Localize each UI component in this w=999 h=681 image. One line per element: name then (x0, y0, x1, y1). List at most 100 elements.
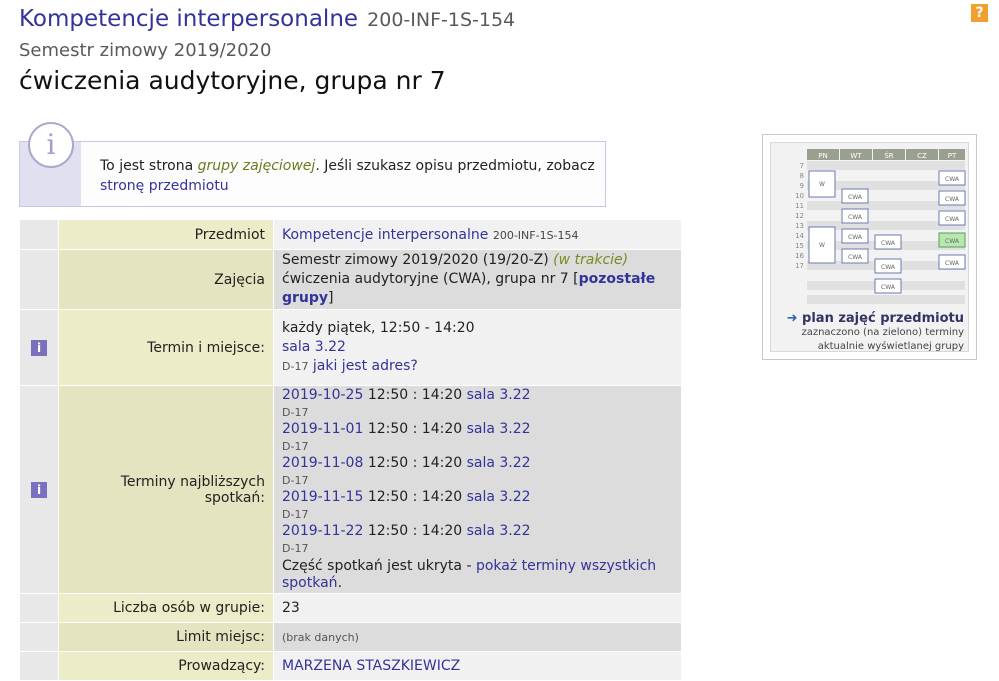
limit-value: (brak danych) (273, 622, 682, 652)
hour-label: 12 (795, 212, 804, 220)
schedule-link-row[interactable]: ➜ plan zajęć przedmiotu (771, 311, 970, 326)
schedule-thumbnail[interactable]: PN WT ŚR CZ PT 7 8 9 10 11 12 13 14 15 1… (762, 134, 977, 360)
meeting-room-link[interactable]: sala 3.22 (467, 489, 531, 505)
meeting-date-link[interactable]: 2019-11-01 (282, 421, 363, 437)
day-label: ŚR (884, 151, 893, 160)
schedule-link[interactable]: plan zajęć przedmiotu (802, 311, 964, 326)
day-label: WT (850, 152, 862, 160)
row-meetings: i Terminy najbliższych spotkań: 2019-10-… (19, 385, 682, 594)
term-value: każdy piątek, 12:50 - 14:20 sala 3.22 D-… (273, 309, 682, 386)
schedule-preview[interactable]: PN WT ŚR CZ PT 7 8 9 10 11 12 13 14 15 1… (770, 142, 969, 352)
address-link[interactable]: jaki jest adres? (313, 358, 418, 374)
hour-label: 17 (795, 262, 804, 270)
page-title: Kompetencje interpersonalne 200-INF-1S-1… (19, 6, 515, 32)
meetings-value: 2019-10-25 12:50 : 14:20 sala 3.22 D-17 … (273, 385, 682, 594)
group-page-link[interactable]: grupy zajęciowej (198, 158, 316, 174)
subject-label: Przedmiot (58, 219, 274, 250)
hidden-meetings-note: Część spotkań jest ukryta - pokaż termin… (282, 558, 680, 592)
row-icon-cell (19, 651, 59, 681)
schedule-note-1: zaznaczono (na zielono) terminy (801, 327, 964, 338)
meeting-room-link[interactable]: sala 3.22 (467, 523, 531, 539)
building-code: D-17 (282, 360, 309, 373)
teacher-link[interactable]: MARZENA STASZKIEWICZ (282, 658, 460, 674)
meetings-label: Terminy najbliższych spotkań: (58, 385, 274, 594)
limit-label: Limit miejsc: (58, 622, 274, 652)
classes-label: Zajęcia (58, 249, 274, 310)
meeting-date-link[interactable]: 2019-11-15 (282, 489, 363, 505)
notice-text-after: . Jeśli szukasz opisu przedmiotu, zobacz (315, 158, 595, 174)
row-icon-cell (19, 593, 59, 623)
row-teachers: Prowadzący: MARZENA STASZKIEWICZ (19, 651, 682, 681)
meeting-item: 2019-11-01 12:50 : 14:20 sala 3.22 D-17 (282, 421, 680, 455)
info-circle-icon: i (28, 122, 74, 168)
row-icon-cell (19, 622, 59, 652)
row-icon-cell: i (19, 385, 59, 594)
notice-text: To jest strona grupy zajęciowej. Jeśli s… (100, 156, 595, 196)
lecture-block-label: W (819, 242, 825, 249)
teachers-value: MARZENA STASZKIEWICZ (273, 651, 682, 681)
hour-label: 11 (795, 202, 804, 210)
meeting-room-link[interactable]: sala 3.22 (467, 421, 531, 437)
help-icon[interactable]: ? (971, 4, 988, 22)
meeting-date-link[interactable]: 2019-11-08 (282, 455, 363, 471)
row-limit: Limit miejsc: (brak danych) (19, 622, 682, 652)
meeting-item: 2019-11-08 12:50 : 14:20 sala 3.22 D-17 (282, 455, 680, 489)
current-group-label: CWA (945, 238, 960, 245)
hour-label: 7 (800, 162, 804, 170)
day-label: PN (818, 152, 827, 160)
hour-label: 16 (795, 252, 804, 260)
term-label: Termin i miejsce: (58, 309, 274, 386)
meeting-item: 2019-11-15 12:50 : 14:20 sala 3.22 D-17 (282, 489, 680, 523)
group-size-value: 23 (273, 593, 682, 623)
class-block-label: CWA (881, 240, 896, 247)
meeting-building: D-17 (282, 542, 309, 555)
arrow-right-icon: ➜ (786, 311, 798, 326)
classes-value: Semestr zimowy 2019/2020 (19/20-Z) (w tr… (273, 249, 682, 310)
row-icon-cell (19, 219, 59, 250)
teachers-label: Prowadzący: (58, 651, 274, 681)
hour-label: 15 (795, 242, 804, 250)
class-block-label: CWA (848, 194, 863, 201)
limit-no-data: (brak danych) (282, 631, 359, 644)
meeting-date-link[interactable]: 2019-10-25 (282, 387, 363, 403)
class-block-label: CWA (848, 234, 863, 241)
schedule-caption: ➜ plan zajęć przedmiotu zaznaczono (na z… (771, 311, 970, 354)
hour-label: 13 (795, 222, 804, 230)
subject-link[interactable]: Kompetencje interpersonalne (282, 227, 488, 243)
info-notice: i To jest strona grupy zajęciowej. Jeśli… (19, 122, 606, 207)
day-label: PT (948, 152, 957, 160)
meeting-date-link[interactable]: 2019-11-22 (282, 523, 363, 539)
row-term: i Termin i miejsce: każdy piątek, 12:50 … (19, 309, 682, 386)
hour-label: 14 (795, 232, 804, 240)
hidden-meetings-end: . (337, 575, 343, 591)
info-icon[interactable]: i (31, 339, 47, 356)
info-icon[interactable]: i (31, 481, 47, 498)
class-block-label: CWA (881, 264, 896, 271)
notice-text-before: To jest strona (100, 158, 198, 174)
in-progress-note: (w trakcie) (553, 252, 629, 268)
schedule-note-2: aktualnie wyświetlanej grupy (817, 341, 964, 352)
subject-code: 200-INF-1S-154 (492, 228, 579, 242)
group-size-label: Liczba osób w grupie: (58, 593, 274, 623)
class-block-label: CWA (848, 214, 863, 221)
class-block-label: CWA (945, 196, 960, 203)
row-classes: Zajęcia Semestr zimowy 2019/2020 (19/20-… (19, 249, 682, 310)
meeting-room-link[interactable]: sala 3.22 (467, 387, 531, 403)
lecture-block-label: W (819, 181, 825, 188)
classes-semester: Semestr zimowy 2019/2020 (19/20-Z) (282, 252, 549, 268)
day-label: CZ (917, 152, 927, 160)
meeting-time: 12:50 : 14:20 (367, 455, 463, 471)
group-heading: ćwiczenia audytoryjne, grupa nr 7 (19, 66, 446, 95)
row-subject: Przedmiot Kompetencje interpersonalne 20… (19, 219, 682, 250)
semester-subtitle: Semestr zimowy 2019/2020 (19, 40, 272, 61)
meeting-building: D-17 (282, 406, 309, 419)
subject-page-link[interactable]: stronę przedmiotu (100, 178, 229, 194)
group-details-table: Przedmiot Kompetencje interpersonalne 20… (19, 219, 682, 681)
hour-label: 9 (800, 182, 804, 190)
hour-label: 10 (795, 192, 804, 200)
subject-value: Kompetencje interpersonalne 200-INF-1S-1… (273, 219, 682, 250)
room-link[interactable]: sala 3.22 (282, 339, 346, 355)
schedule-grid: PN WT ŚR CZ PT 7 8 9 10 11 12 13 14 15 1… (795, 149, 966, 304)
meeting-room-link[interactable]: sala 3.22 (467, 455, 531, 471)
meeting-time: 12:50 : 14:20 (367, 421, 463, 437)
